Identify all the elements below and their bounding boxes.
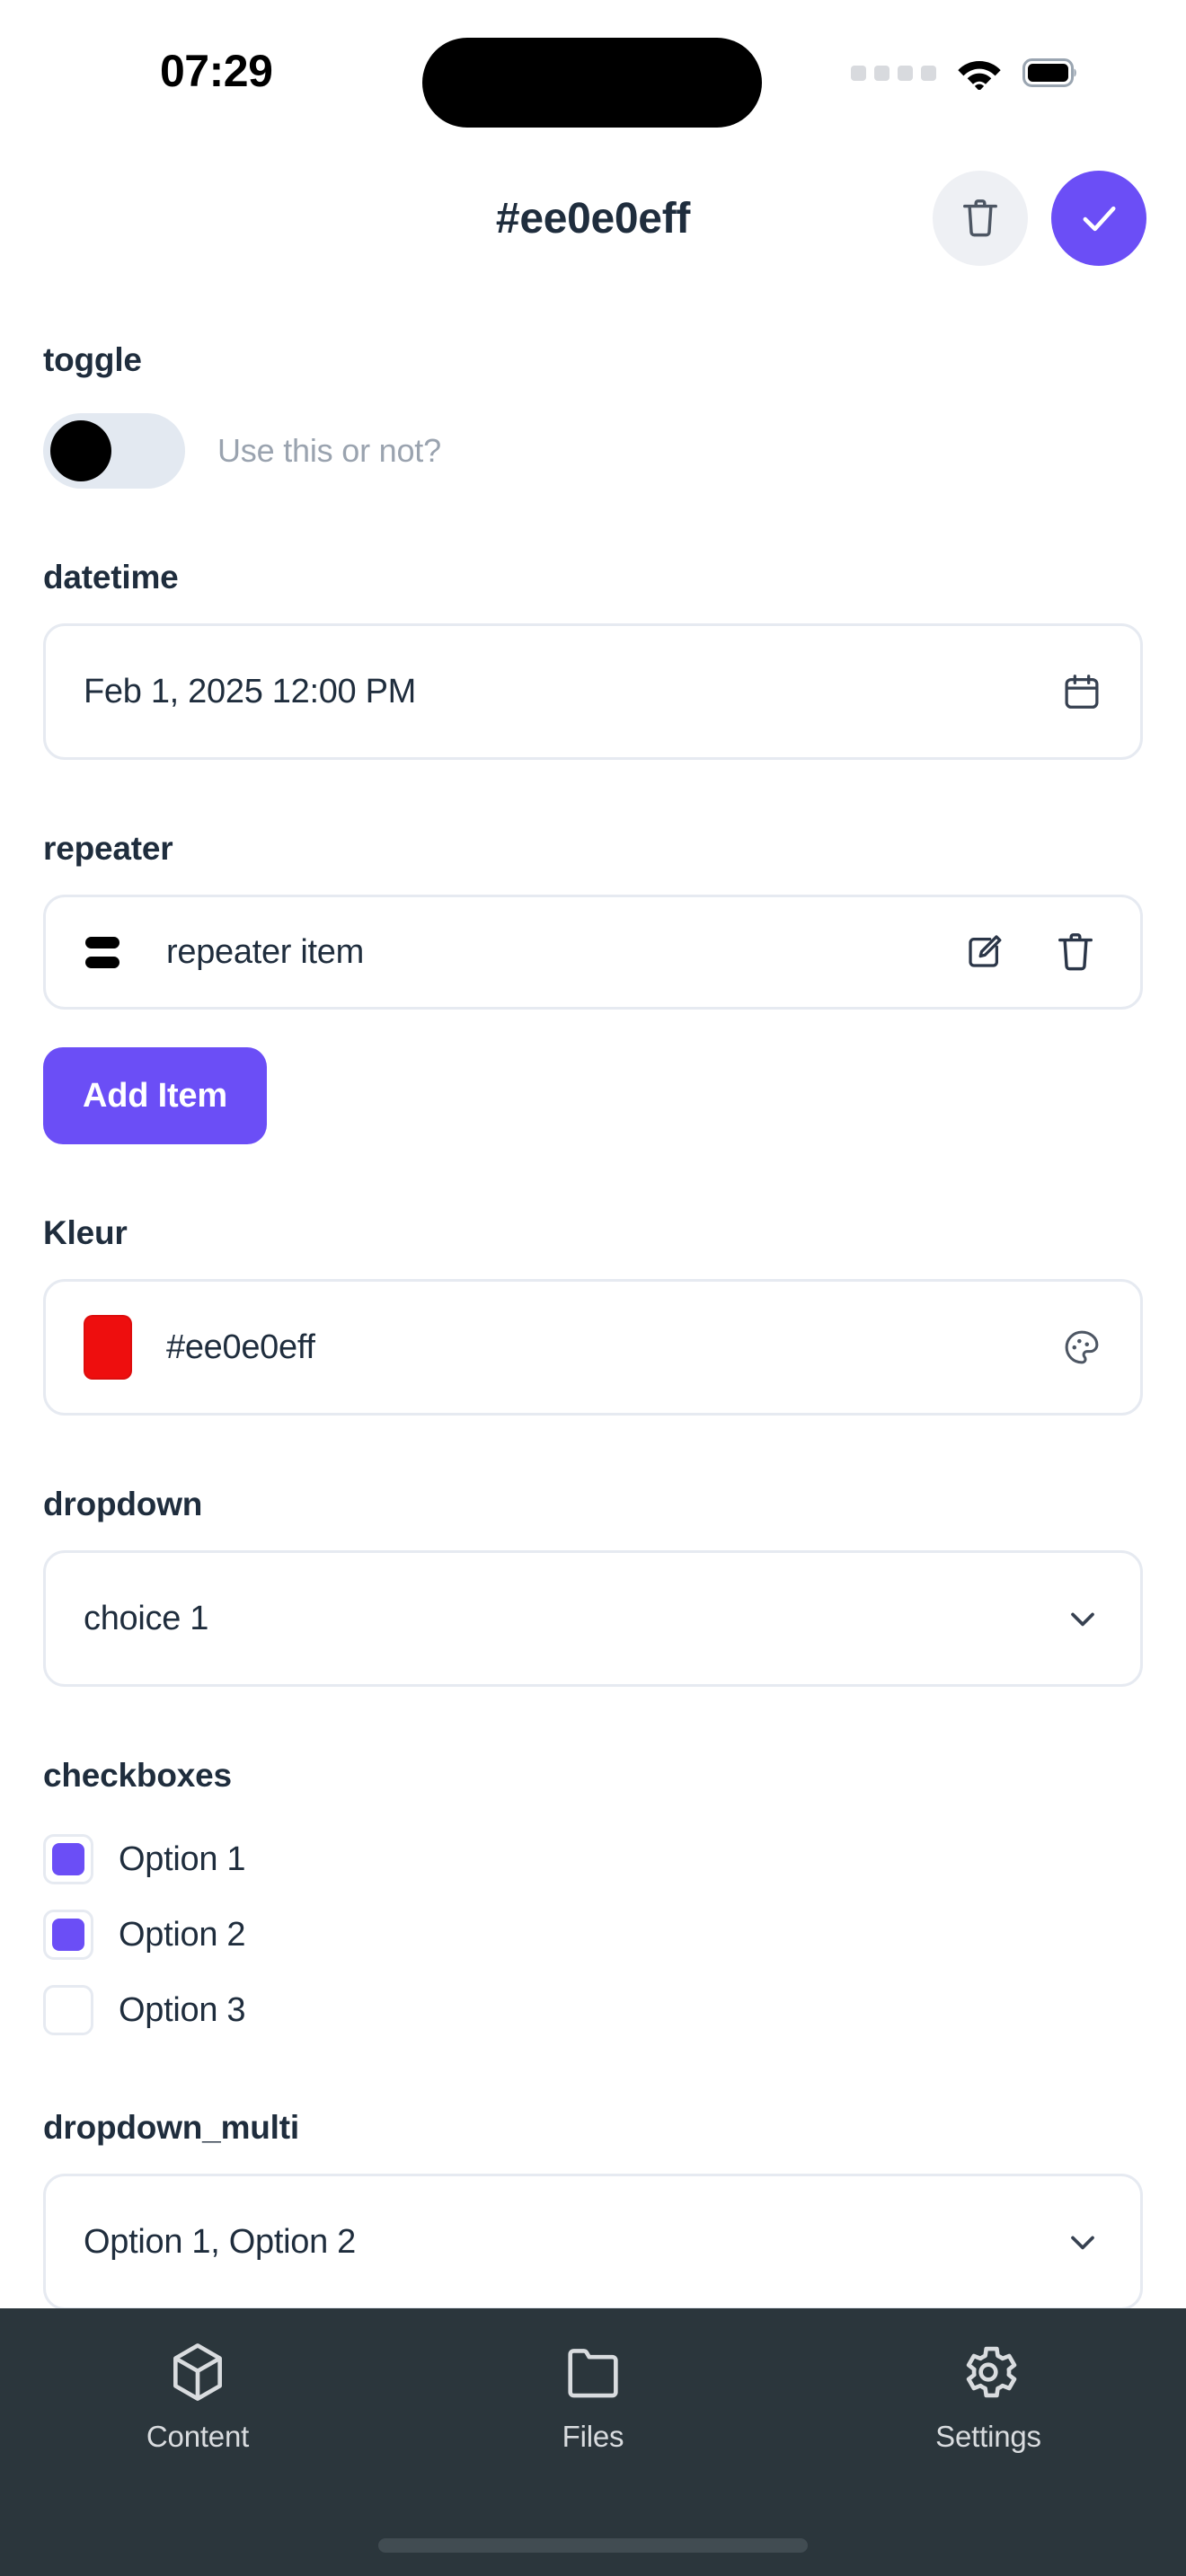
checkbox-label-option-3: Option 3 bbox=[119, 1990, 246, 2029]
field-label-dropdown: dropdown bbox=[43, 1486, 203, 1522]
checkbox-label-option-1: Option 1 bbox=[119, 1839, 246, 1878]
nav-item-files[interactable]: Files bbox=[395, 2339, 791, 2454]
dynamic-island bbox=[422, 38, 762, 128]
toggle-row: Use this or not? bbox=[43, 413, 1143, 489]
field-dropdown: dropdown choice 1 bbox=[43, 1486, 1143, 1687]
folder-icon bbox=[568, 2349, 618, 2398]
checkbox-list: Option 1 Option 2 Option 3 bbox=[43, 1822, 1143, 2048]
edit-item-button[interactable] bbox=[951, 920, 1016, 984]
repeater-item-label: repeater item bbox=[166, 932, 364, 971]
dropdown-multi-value: Option 1, Option 2 bbox=[84, 2222, 357, 2261]
chevron-down-icon bbox=[1063, 2222, 1102, 2262]
field-label-kleur: Kleur bbox=[43, 1214, 128, 1251]
checkbox-box-option-2[interactable] bbox=[43, 1910, 93, 1960]
color-value: #ee0e0eff bbox=[166, 1328, 315, 1366]
status-bar-time: 07:29 bbox=[160, 46, 273, 96]
wifi-icon bbox=[958, 61, 1001, 90]
nav-label-files: Files bbox=[562, 2420, 624, 2453]
color-input[interactable]: #ee0e0eff bbox=[43, 1279, 1143, 1416]
signal-dots-icon bbox=[851, 65, 936, 81]
field-label-repeater: repeater bbox=[43, 830, 173, 867]
status-bar-indicators bbox=[851, 56, 1078, 90]
datetime-input[interactable]: Feb 1, 2025 12:00 PM bbox=[43, 623, 1143, 760]
checkbox-row-option-1[interactable]: Option 1 bbox=[43, 1822, 1143, 1897]
field-label-checkboxes: checkboxes bbox=[43, 1757, 232, 1794]
nav-item-settings[interactable]: Settings bbox=[791, 2339, 1186, 2454]
confirm-button[interactable] bbox=[1051, 171, 1146, 266]
dropdown-select[interactable]: choice 1 bbox=[43, 1550, 1143, 1687]
repeater-item-row[interactable]: repeater item bbox=[43, 895, 1143, 1010]
field-toggle: toggle Use this or not? bbox=[43, 295, 1143, 489]
toggle-hint-text: Use this or not? bbox=[217, 432, 441, 469]
trash-icon bbox=[1058, 933, 1093, 971]
bottom-navigation: Content Files Settings bbox=[0, 2308, 1186, 2576]
gear-icon bbox=[966, 2346, 1017, 2398]
status-bar: 07:29 bbox=[0, 0, 1186, 142]
toggle-switch[interactable] bbox=[43, 413, 185, 489]
delete-button[interactable] bbox=[933, 171, 1028, 266]
checkbox-label-option-2: Option 2 bbox=[119, 1915, 246, 1954]
form-scroll-area[interactable]: toggle Use this or not? datetime Feb 1, … bbox=[0, 295, 1186, 2308]
trash-icon bbox=[963, 199, 997, 237]
edit-pencil-icon bbox=[969, 935, 1002, 967]
calendar-icon bbox=[1061, 671, 1102, 712]
field-label-dropdown-multi: dropdown_multi bbox=[43, 2109, 299, 2146]
check-icon bbox=[1083, 206, 1116, 232]
nav-item-content[interactable]: Content bbox=[0, 2339, 395, 2454]
delete-item-button[interactable] bbox=[1043, 920, 1108, 984]
add-item-button[interactable]: Add Item bbox=[43, 1047, 267, 1144]
chevron-down-icon bbox=[1063, 1599, 1102, 1638]
cube-icon bbox=[173, 2343, 222, 2401]
drag-handle-icon[interactable] bbox=[85, 936, 119, 968]
page-title: #ee0e0eff bbox=[495, 194, 691, 243]
header-actions bbox=[933, 171, 1146, 266]
datetime-value: Feb 1, 2025 12:00 PM bbox=[84, 672, 417, 710]
field-datetime: datetime Feb 1, 2025 12:00 PM bbox=[43, 559, 1143, 760]
app-root: 07:29 #ee0e0eff toggle Use this or not? … bbox=[0, 0, 1186, 2576]
nav-label-content: Content bbox=[146, 2420, 250, 2453]
checkbox-box-option-1[interactable] bbox=[43, 1834, 93, 1884]
dropdown-value: choice 1 bbox=[84, 1599, 209, 1637]
battery-full-icon bbox=[1022, 58, 1076, 87]
field-kleur: Kleur #ee0e0eff bbox=[43, 1214, 1143, 1416]
field-label-datetime: datetime bbox=[43, 559, 179, 595]
field-dropdown-multi: dropdown_multi Option 1, Option 2 bbox=[43, 2109, 1143, 2308]
checkbox-row-option-2[interactable]: Option 2 bbox=[43, 1897, 1143, 1972]
app-header: #ee0e0eff bbox=[0, 142, 1186, 295]
checkbox-row-option-3[interactable]: Option 3 bbox=[43, 1972, 1143, 2048]
field-repeater: repeater repeater item Add Item bbox=[43, 830, 1143, 1144]
dropdown-multi-select[interactable]: Option 1, Option 2 bbox=[43, 2174, 1143, 2308]
field-checkboxes: checkboxes Option 1 Option 2 Option 3 bbox=[43, 1757, 1143, 2048]
nav-label-settings: Settings bbox=[935, 2420, 1041, 2453]
checkbox-box-option-3[interactable] bbox=[43, 1985, 93, 2035]
home-indicator bbox=[378, 2538, 808, 2553]
palette-icon bbox=[1061, 1327, 1102, 1368]
field-label-toggle: toggle bbox=[43, 341, 142, 378]
color-swatch bbox=[84, 1315, 132, 1380]
toggle-knob bbox=[50, 420, 111, 481]
